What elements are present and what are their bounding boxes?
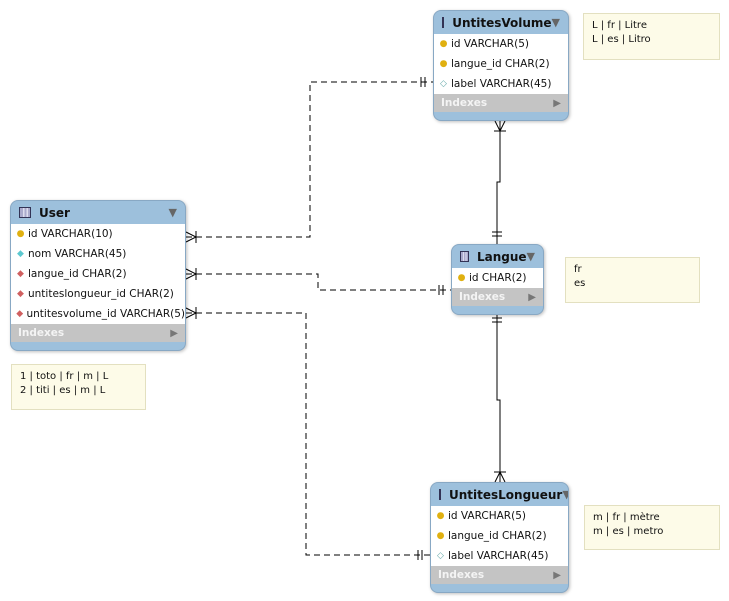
note-line: m | es | metro	[593, 526, 664, 537]
table-icon	[442, 17, 445, 28]
indexes-label: Indexes	[441, 97, 488, 109]
note-line: m | fr | mètre	[593, 512, 660, 523]
table-icon	[19, 207, 31, 218]
note-line: L | fr | Litre	[592, 20, 647, 31]
expand-arrow-icon: ▶	[553, 97, 561, 109]
column-label: langue_id CHAR(2)	[451, 58, 550, 70]
key-icon: ●	[436, 531, 445, 541]
table-header[interactable]: User ▼	[11, 201, 185, 224]
column-row[interactable]: ◆ untiteslongueur_id CHAR(2)	[11, 284, 185, 304]
column-row[interactable]: ◆ langue_id CHAR(2)	[11, 264, 185, 284]
column-label: langue_id CHAR(2)	[28, 268, 127, 280]
foreign-key-icon: ◆	[17, 289, 24, 299]
column-label: id CHAR(2)	[469, 272, 527, 284]
table-name: UntitesLongueur	[449, 487, 563, 502]
note-line: 1 | toto | fr | m | L	[20, 371, 109, 382]
column-row[interactable]: ● id CHAR(2)	[452, 268, 543, 288]
indexes-label: Indexes	[18, 327, 65, 339]
column-row[interactable]: ◇ label VARCHAR(45)	[431, 546, 568, 566]
note-user[interactable]: 1 | toto | fr | m | L 2 | titi | es | m |…	[11, 364, 146, 410]
column-row[interactable]: ◆ nom VARCHAR(45)	[11, 244, 185, 264]
rel-user-langue	[186, 273, 451, 291]
table-header[interactable]: UntitesLongueur▼	[431, 483, 568, 506]
table-langue[interactable]: Langue ▼ ● id CHAR(2) Indexes ▶	[451, 244, 544, 315]
column-label: label VARCHAR(45)	[448, 550, 549, 562]
indexes-label: Indexes	[459, 291, 506, 303]
column-row[interactable]: ● id VARCHAR(10)	[11, 224, 185, 244]
column-row[interactable]: ● langue_id CHAR(2)	[431, 526, 568, 546]
empty-diamond-icon: ◇	[437, 551, 444, 561]
column-row[interactable]: ● id VARCHAR(5)	[434, 34, 568, 54]
foreign-key-icon: ◆	[16, 309, 24, 319]
table-icon	[439, 489, 441, 500]
expand-arrow-icon: ▶	[553, 569, 561, 581]
table-user[interactable]: User ▼ ● id VARCHAR(10) ◆ nom VARCHAR(45) ◆…	[10, 200, 186, 351]
rel-langue-longueur	[496, 313, 501, 482]
table-name: User	[39, 205, 70, 220]
collapse-arrow-icon[interactable]: ▼	[562, 488, 568, 501]
expand-arrow-icon: ▶	[528, 291, 536, 303]
indexes-section[interactable]: Indexes ▶	[452, 288, 543, 306]
column-row[interactable]: ◇ label VARCHAR(45)	[434, 74, 568, 94]
note-longueur[interactable]: m | fr | mètre m | es | metro	[584, 505, 720, 550]
column-label: untitesvolume_id VARCHAR(5)	[26, 308, 185, 320]
table-untitesvolume[interactable]: UntitesVolume ▼ ● id VARCHAR(5) ● langue_id…	[433, 10, 569, 121]
column-label: nom VARCHAR(45)	[28, 248, 127, 260]
table-icon	[460, 251, 469, 262]
rel-user-longueur	[186, 312, 430, 556]
column-label: label VARCHAR(45)	[451, 78, 552, 90]
table-untiteslongueur[interactable]: UntitesLongueur▼ ●id VARCHAR(5) ●langue_…	[430, 482, 569, 593]
column-label: id VARCHAR(5)	[451, 38, 529, 50]
indexes-section[interactable]: Indexes ▶	[431, 566, 568, 584]
diamond-icon: ◆	[17, 249, 24, 259]
column-row[interactable]: ● langue_id CHAR(2)	[434, 54, 568, 74]
column-row[interactable]: ● id VARCHAR(5)	[431, 506, 568, 526]
note-volume[interactable]: L | fr | Litre L | es | Litro	[583, 13, 720, 60]
column-label: untiteslongueur_id CHAR(2)	[28, 288, 174, 300]
expand-arrow-icon: ▶	[170, 327, 178, 339]
table-name: Langue	[476, 249, 527, 264]
key-icon: ●	[439, 39, 448, 49]
key-icon: ●	[439, 59, 448, 69]
note-line: es	[574, 278, 586, 289]
collapse-arrow-icon[interactable]: ▼	[552, 16, 560, 29]
foreign-key-icon: ◆	[17, 269, 24, 279]
table-header[interactable]: Langue ▼	[452, 245, 543, 268]
indexes-section[interactable]: Indexes ▶	[434, 94, 568, 112]
note-line: L | es | Litro	[592, 34, 651, 45]
column-label: langue_id CHAR(2)	[448, 530, 547, 542]
column-row[interactable]: ◆ untitesvolume_id VARCHAR(5)	[11, 304, 185, 324]
empty-diamond-icon: ◇	[440, 79, 447, 89]
collapse-arrow-icon[interactable]: ▼	[169, 206, 177, 219]
note-line: fr	[574, 264, 582, 275]
key-icon: ●	[457, 273, 466, 283]
column-label: id VARCHAR(5)	[448, 510, 526, 522]
table-header[interactable]: UntitesVolume ▼	[434, 11, 568, 34]
indexes-section[interactable]: Indexes ▶	[11, 324, 185, 342]
key-icon: ●	[436, 511, 445, 521]
column-label: id VARCHAR(10)	[28, 228, 113, 240]
rel-langue-volume	[496, 121, 501, 244]
indexes-label: Indexes	[438, 569, 485, 581]
key-icon: ●	[16, 229, 25, 239]
rel-user-volume	[186, 81, 433, 238]
table-name: UntitesVolume	[452, 15, 552, 30]
note-line: 2 | titi | es | m | L	[20, 385, 106, 396]
collapse-arrow-icon[interactable]: ▼	[527, 250, 535, 263]
note-langue[interactable]: fr es	[565, 257, 700, 303]
